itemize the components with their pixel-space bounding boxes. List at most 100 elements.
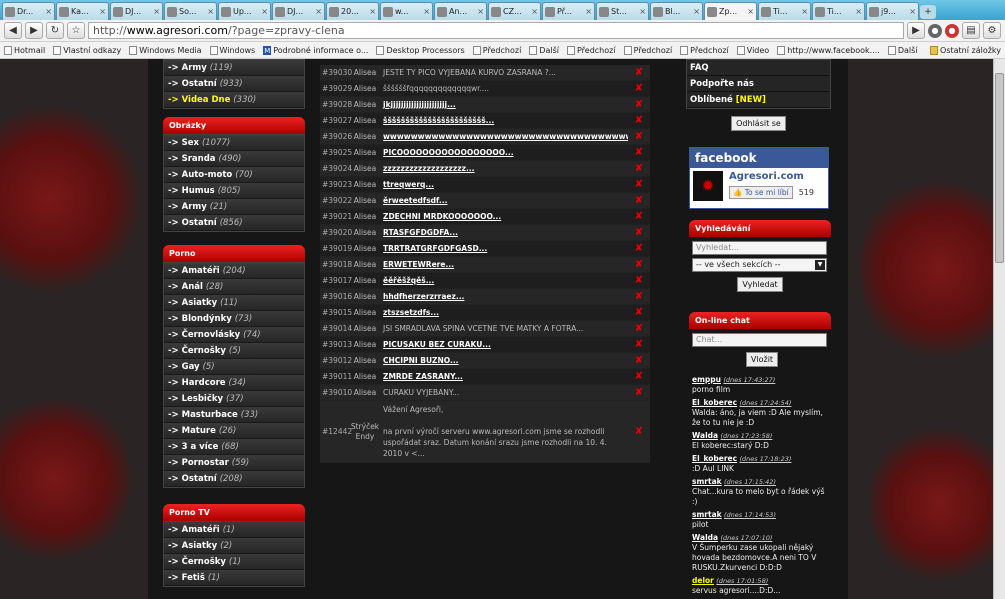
- message-subject[interactable]: ttreqwerq...: [380, 180, 628, 189]
- close-icon[interactable]: ×: [745, 7, 754, 16]
- message-subject[interactable]: ZDECHNI MRDKOOOOOOO...: [380, 212, 628, 221]
- message-subject[interactable]: PICUSAKU BEZ CURAKU...: [380, 340, 628, 349]
- close-icon[interactable]: ×: [97, 7, 106, 16]
- message-row[interactable]: #39023 Alisea ttreqwerq... ✘: [320, 177, 650, 193]
- browser-tab[interactable]: CZ... ×: [488, 2, 541, 20]
- delete-icon[interactable]: ✘: [628, 147, 650, 158]
- bookmark-star-icon[interactable]: ☆: [67, 22, 85, 39]
- go-icon[interactable]: ▶: [907, 22, 925, 39]
- category-link[interactable]: -> Blondýnky (73): [164, 311, 304, 327]
- chat-nick[interactable]: Walda: [692, 431, 718, 440]
- category-link[interactable]: -> Ostatní (856): [164, 215, 304, 231]
- message-row[interactable]: #39030 Alisea JESTE TY PICO VYJEBANA KURVO…: [320, 65, 650, 81]
- message-subject[interactable]: PICOOOOOOOOOOOOOOOOO...: [380, 148, 628, 157]
- close-icon[interactable]: ×: [529, 7, 538, 16]
- category-link[interactable]: -> Masturbace (33): [164, 407, 304, 423]
- close-icon[interactable]: ×: [637, 7, 646, 16]
- bookmark-item[interactable]: Předchozí: [472, 45, 521, 55]
- bookmark-item[interactable]: Windows Media: [129, 45, 202, 55]
- message-subject[interactable]: CHCIPNI BUZNO...: [380, 356, 628, 365]
- message-subject[interactable]: JSI SMRADLAVA SPINA VCETNE TVE MATKY A F…: [380, 324, 628, 333]
- close-icon[interactable]: ×: [799, 7, 808, 16]
- close-icon[interactable]: ×: [43, 7, 52, 16]
- chat-nick[interactable]: El_koberec: [692, 398, 737, 407]
- close-icon[interactable]: ×: [205, 7, 214, 16]
- category-link[interactable]: -> Auto-moto (70): [164, 167, 304, 183]
- delete-icon[interactable]: ✘: [628, 83, 650, 94]
- browser-tab[interactable]: DJ... ×: [272, 2, 325, 20]
- close-icon[interactable]: ×: [475, 7, 484, 16]
- message-row[interactable]: #39018 Alisea ERWETEWRere... ✘: [320, 257, 650, 273]
- message-subject[interactable]: ššššššššššššššššššššššš...: [380, 116, 628, 125]
- message-row[interactable]: #39019 Alisea TRRTRATGRFGDFGASD... ✘: [320, 241, 650, 257]
- browser-tab[interactable]: DJ... ×: [110, 2, 163, 20]
- message-subject[interactable]: jkjjjjjjjjjjjjjjjjjjjjjj...: [380, 100, 628, 109]
- close-icon[interactable]: ×: [151, 7, 160, 16]
- message-row[interactable]: #39011 Alisea ZMRDE ZASRANY... ✘: [320, 369, 650, 385]
- user-menu-item[interactable]: Oblíbené [NEW]: [687, 92, 830, 108]
- category-link[interactable]: -> 3 a více (68): [164, 439, 304, 455]
- message-row[interactable]: #39015 Alisea ztszsetzdfs... ✘: [320, 305, 650, 321]
- delete-icon[interactable]: ✘: [628, 275, 650, 286]
- message-subject[interactable]: zzzzzzzzzzzzzzzzzzz...: [380, 164, 628, 173]
- message-row[interactable]: #39028 Alisea jkjjjjjjjjjjjjjjjjjjjjjj... ✘: [320, 97, 650, 113]
- back-button[interactable]: ◀: [4, 22, 22, 39]
- category-link[interactable]: -> Army (119): [164, 60, 304, 76]
- delete-icon[interactable]: ✘: [628, 163, 650, 174]
- chat-nick[interactable]: El_koberec: [692, 454, 737, 463]
- browser-tab[interactable]: An... ×: [434, 2, 487, 20]
- bookmark-item[interactable]: M Podrobné informace o...: [263, 45, 368, 55]
- bookmark-item[interactable]: Předchozí: [680, 45, 729, 55]
- category-link[interactable]: -> Asiatky (2): [164, 538, 304, 554]
- message-subject[interactable]: ššššššfqqqqqqqqqqqqqwr....: [380, 84, 628, 93]
- browser-tab[interactable]: St... ×: [596, 2, 649, 20]
- category-link[interactable]: -> Ostatní (933): [164, 76, 304, 92]
- category-link[interactable]: -> Amatéři (1): [164, 522, 304, 538]
- browser-tab[interactable]: j9... ×: [866, 2, 919, 20]
- chat-nick[interactable]: smrtak: [692, 477, 722, 486]
- delete-icon[interactable]: ✘: [628, 67, 650, 78]
- browser-tab[interactable]: Ti... ×: [812, 2, 865, 20]
- category-link[interactable]: -> Černovlásky (74): [164, 327, 304, 343]
- logout-button[interactable]: Odhlásit se: [731, 116, 786, 131]
- category-link[interactable]: -> Ostatní (208): [164, 471, 304, 487]
- browser-tab[interactable]: Bl... ×: [650, 2, 703, 20]
- message-subject[interactable]: JESTE TY PICO VYJEBANA KURVO ZASRANA ?..…: [380, 68, 628, 77]
- category-link[interactable]: -> Humus (805): [164, 183, 304, 199]
- bookmark-item[interactable]: Předchozí: [623, 45, 672, 55]
- delete-icon[interactable]: ✘: [628, 355, 650, 366]
- message-row[interactable]: #39014 Alisea JSI SMRADLAVA SPINA VCETNE T…: [320, 321, 650, 337]
- bookmark-item[interactable]: Další: [887, 45, 918, 55]
- browser-tab[interactable]: Ti... ×: [758, 2, 811, 20]
- wrench-icon[interactable]: ⚙: [983, 22, 1001, 39]
- delete-icon[interactable]: ✘: [628, 307, 650, 318]
- chat-send-button[interactable]: Vložit: [745, 352, 779, 367]
- message-subject[interactable]: hhdfherzerzrraez...: [380, 292, 628, 301]
- close-icon[interactable]: ×: [907, 7, 916, 16]
- message-row[interactable]: #39016 Alisea hhdfherzerzrraez... ✘: [320, 289, 650, 305]
- delete-icon[interactable]: ✘: [628, 387, 650, 398]
- browser-tab[interactable]: w... ×: [380, 2, 433, 20]
- bookmark-item[interactable]: Další: [529, 45, 559, 55]
- delete-icon[interactable]: ✘: [628, 426, 650, 437]
- category-link[interactable]: -> Lesbičky (37): [164, 391, 304, 407]
- chat-input[interactable]: Chat...: [692, 333, 827, 347]
- message-subject[interactable]: CURAKU VYJEBANY...: [380, 388, 628, 397]
- category-link[interactable]: -> Gay (5): [164, 359, 304, 375]
- close-icon[interactable]: ×: [583, 7, 592, 16]
- browser-tab[interactable]: Up... ×: [218, 2, 271, 20]
- category-link[interactable]: -> Army (21): [164, 199, 304, 215]
- category-link[interactable]: -> Mature (26): [164, 423, 304, 439]
- search-button[interactable]: Vyhledat: [737, 277, 783, 292]
- delete-icon[interactable]: ✘: [628, 339, 650, 350]
- delete-icon[interactable]: ✘: [628, 195, 650, 206]
- section-select[interactable]: -- ve všech sekcích -- ▼: [692, 258, 827, 272]
- category-link[interactable]: -> Videa Dne (330): [164, 92, 304, 108]
- bookmark-item[interactable]: Vlastní odkazy: [53, 45, 121, 55]
- fb-like-button[interactable]: 👍 To se mi líbí: [729, 186, 793, 199]
- bookmark-item[interactable]: http://www.facebook....: [777, 45, 880, 55]
- chat-nick[interactable]: delor: [692, 576, 714, 585]
- new-tab-button[interactable]: +: [920, 5, 936, 19]
- delete-icon[interactable]: ✘: [628, 371, 650, 382]
- forward-button[interactable]: ▶: [25, 22, 43, 39]
